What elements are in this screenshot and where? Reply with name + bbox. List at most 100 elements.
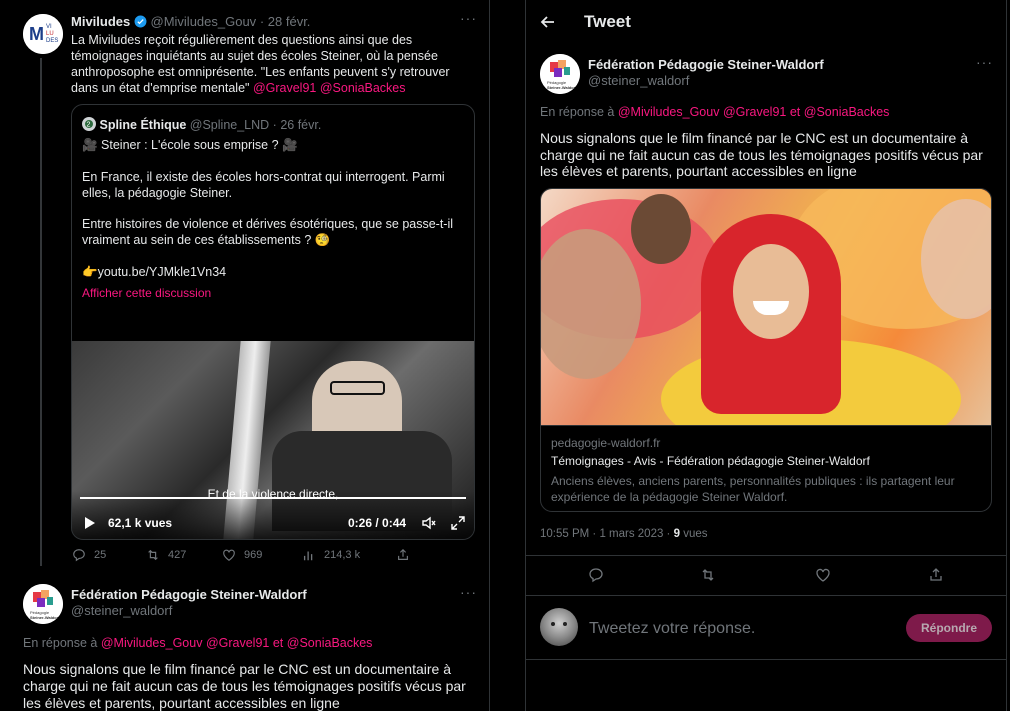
like-count: 969 (244, 549, 263, 561)
video-time: 0:26 / 0:44 (348, 516, 407, 530)
svg-text:M: M (29, 24, 44, 44)
author-name[interactable]: Fédération Pédagogie Steiner-Waldorf (588, 57, 824, 72)
video-progress-bar[interactable] (80, 497, 466, 499)
federation-logo-icon: Pédagogie Steiner-Waldorf (540, 54, 580, 94)
svg-text:Steiner-Waldorf: Steiner-Waldorf (30, 615, 60, 620)
reply-and: et (789, 105, 801, 119)
share-icon (398, 548, 408, 560)
thread-connector-line (40, 58, 42, 566)
author-handle[interactable]: @steiner_waldorf (588, 73, 689, 88)
column-divider (1006, 0, 1007, 711)
youtube-link[interactable]: 👉youtu.be/YJMkle1Vn34 (82, 264, 226, 280)
share-icon[interactable] (928, 567, 944, 583)
quote-date[interactable]: 26 févr. (280, 118, 321, 132)
quote-author-handle[interactable]: @Spline_LND (190, 118, 269, 132)
reply-input[interactable]: Tweetez votre réponse. (589, 620, 755, 638)
reply-context: En réponse à @Miviludes_Gouv @Gravel91 e… (540, 105, 889, 119)
tweet-text-line: dans un état d'emprise mentale" (71, 81, 250, 95)
federation-avatar[interactable]: Pédagogie Steiner-Waldorf (540, 54, 580, 94)
retweet-count: 427 (168, 549, 187, 561)
mention-link[interactable]: @SoniaBackes (287, 636, 373, 650)
mention-link[interactable]: @Gravel91 (253, 81, 316, 95)
column-divider (489, 0, 490, 711)
user-avatar-eye (563, 622, 567, 626)
tweet-text-line: La Miviludes reçoit régulièrement des qu… (71, 33, 413, 47)
author-handle[interactable]: @steiner_waldorf (71, 603, 172, 618)
tweet-timestamp[interactable]: 10:55 PM · 1 mars 2023 · (540, 528, 670, 540)
card-description-line: Anciens élèves, anciens parents, personn… (551, 474, 955, 488)
card-image-person-back (631, 194, 691, 264)
analytics-icon (303, 551, 313, 561)
more-options-icon[interactable]: ··· (460, 584, 477, 600)
video-player[interactable]: Et de la violence directe, 62,1 k vues 0… (72, 341, 474, 539)
quoted-tweet[interactable]: 2 Spline Éthique @Spline_LND · 26 févr. … (71, 104, 475, 540)
show-thread-link[interactable]: Afficher cette discussion (82, 285, 211, 301)
mention-link[interactable]: @Gravel91 (723, 105, 786, 119)
spline-avatar-icon: 2 (82, 117, 96, 131)
mention-link[interactable]: @SoniaBackes (320, 81, 406, 95)
heart-icon[interactable] (815, 567, 831, 583)
tweet-meta: 10:55 PM · 1 mars 2023 · 9 vues (540, 528, 708, 540)
user-avatar-eye (551, 622, 555, 626)
mention-link[interactable]: @Miviludes_Gouv (101, 636, 203, 650)
back-arrow-icon[interactable] (540, 14, 556, 30)
more-options-icon[interactable]: ··· (976, 54, 993, 70)
card-domain: pedagogie-waldorf.fr (551, 436, 661, 450)
link-card[interactable]: pedagogie-waldorf.fr Témoignages - Avis … (540, 188, 992, 512)
tweet-body: Nous signalons que le film financé par l… (23, 661, 483, 711)
tweet-date[interactable]: 28 févr. (268, 14, 311, 29)
retweet-stat[interactable]: 427 (146, 548, 186, 562)
quote-header: 2 Spline Éthique @Spline_LND · 26 févr. (82, 117, 321, 132)
page-title: Tweet (584, 12, 631, 31)
author-name[interactable]: Miviludes (71, 14, 130, 29)
quote-text-line: elles, la pédagogie Steiner. (82, 186, 233, 200)
mention-link[interactable]: @SoniaBackes (804, 105, 890, 119)
divider (526, 659, 1006, 660)
svg-text:2: 2 (87, 122, 91, 129)
author-name[interactable]: Fédération Pédagogie Steiner-Waldorf (71, 587, 307, 602)
miviludes-avatar[interactable]: M VI LU DES (23, 14, 63, 54)
card-description-line: expérience de la pédagogie Steiner Waldo… (551, 490, 788, 504)
share-stat[interactable] (396, 548, 410, 562)
mention-link[interactable]: @Gravel91 (206, 636, 269, 650)
card-description: Anciens élèves, anciens parents, personn… (551, 473, 955, 505)
quote-author-name[interactable]: Spline Éthique (99, 118, 186, 132)
tweet-text-line: les élèves et parents, pourtant accessib… (540, 163, 857, 179)
tweet-header: Miviludes @Miviludes_Gouv · 28 févr. (71, 14, 310, 29)
tweet-text-line: Nous signalons que le film financé par l… (23, 661, 452, 677)
volume-icon[interactable] (421, 515, 437, 531)
reply-icon (73, 549, 85, 562)
reply-stat[interactable]: 25 (72, 548, 106, 562)
divider (526, 555, 1006, 556)
verified-badge-icon (134, 15, 147, 28)
quote-text-line: vraiment au sein de ces établissements ?… (82, 233, 331, 247)
user-avatar[interactable] (540, 608, 578, 646)
tweet-text-line: anthroposophe est omniprésente. "Les enf… (71, 65, 450, 79)
like-stat[interactable]: 969 (222, 548, 262, 562)
video-views: 62,1 k vues (108, 516, 173, 530)
retweet-icon (148, 549, 158, 561)
reply-button[interactable]: Répondre (906, 614, 992, 642)
fullscreen-icon[interactable] (450, 515, 466, 531)
views-count: 9 (673, 528, 681, 540)
tweet-body: Nous signalons que le film financé par l… (540, 130, 1000, 180)
play-icon[interactable] (84, 516, 96, 530)
tweet-body: La Miviludes reçoit régulièrement des qu… (71, 32, 481, 96)
reply-icon[interactable] (588, 567, 604, 583)
svg-text:LU: LU (46, 31, 54, 37)
reply-context: En réponse à @Miviludes_Gouv @Gravel91 e… (23, 636, 372, 650)
tweet-text-line: charge qui ne fait aucun cas de tous les… (23, 678, 466, 694)
divider (526, 595, 1006, 596)
card-divider (541, 425, 991, 426)
author-handle[interactable]: @Miviludes_Gouv (151, 14, 257, 29)
retweet-icon[interactable] (700, 567, 716, 583)
reply-prefix: En réponse à (23, 636, 98, 650)
separator-dot: · (272, 118, 277, 132)
svg-text:VI: VI (46, 24, 52, 30)
tweet-header: Fédération Pédagogie Steiner-Waldorf (588, 57, 824, 72)
federation-avatar[interactable]: Pédagogie Steiner-Waldorf (23, 584, 63, 624)
more-options-icon[interactable]: ··· (460, 10, 477, 26)
mention-link[interactable]: @Miviludes_Gouv (618, 105, 720, 119)
views-stat[interactable]: 214,3 k (302, 548, 360, 562)
card-title: Témoignages - Avis - Fédération pédagogi… (551, 454, 870, 468)
